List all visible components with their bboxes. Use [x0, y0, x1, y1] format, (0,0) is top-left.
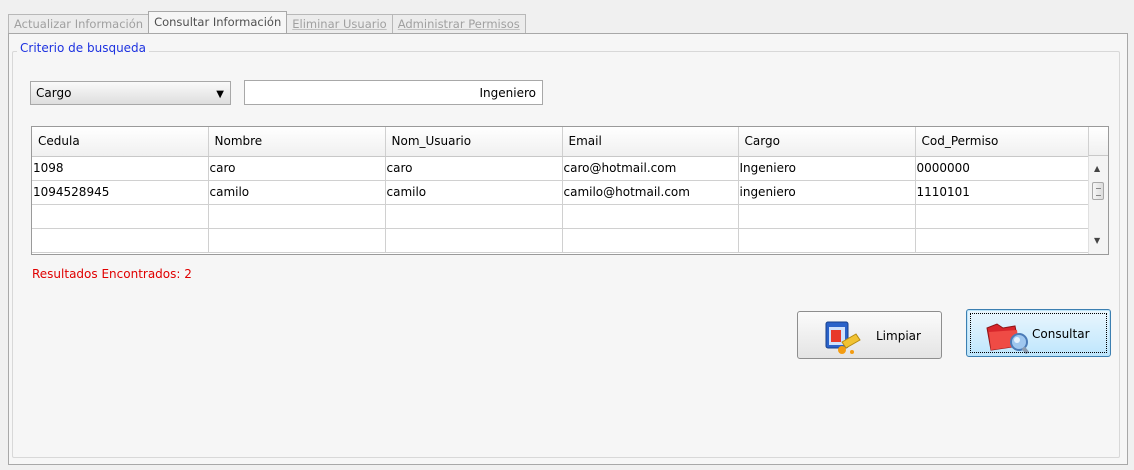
table-cell[interactable] [562, 228, 739, 253]
consultar-button[interactable]: Consultar [966, 309, 1111, 357]
table-cell[interactable] [385, 228, 563, 253]
table-row[interactable]: 1094528945 camilo camilo camilo@hotmail.… [32, 180, 1090, 205]
grid-vertical-scrollbar[interactable]: ▲ ▼ [1088, 156, 1108, 254]
scroll-down-arrow-icon[interactable]: ▼ [1094, 236, 1100, 245]
table-row[interactable] [32, 204, 1090, 229]
limpiar-button[interactable]: Limpiar [797, 311, 942, 359]
folder-search-icon [986, 323, 1029, 354]
search-value-input[interactable]: Ingeniero [244, 80, 543, 105]
table-cell[interactable]: 1110101 [915, 180, 1090, 205]
table-cell[interactable] [915, 228, 1090, 253]
table-cell[interactable]: ingeniero [738, 180, 916, 205]
combobox-value: Cargo [36, 86, 72, 100]
consultar-button-label: Consultar [1032, 327, 1090, 341]
table-cell[interactable]: caro [208, 156, 386, 181]
table-row[interactable]: 1098 caro caro caro@hotmail.com Ingenier… [32, 156, 1090, 181]
table-cell[interactable] [32, 204, 209, 229]
results-table: Cedula Nombre Nom_Usuario Email Cargo Co… [32, 127, 1090, 253]
table-cell[interactable]: Ingeniero [738, 156, 916, 181]
results-count-label: Resultados Encontrados: 2 [32, 267, 192, 281]
table-cell[interactable]: caro [385, 156, 563, 181]
table-cell[interactable]: camilo@hotmail.com [562, 180, 739, 205]
table-cell[interactable]: camilo [208, 180, 386, 205]
table-cell[interactable]: camilo [385, 180, 563, 205]
table-cell[interactable] [562, 204, 739, 229]
tab-administrar-permisos[interactable]: Administrar Permisos [391, 14, 526, 33]
table-cell[interactable] [208, 204, 386, 229]
groupbox-legend: Criterio de busqueda [17, 41, 150, 55]
table-cell[interactable] [385, 204, 563, 229]
tab-strip: Actualizar Información Consultar Informa… [8, 11, 526, 33]
column-header-cod-permiso[interactable]: Cod_Permiso [915, 127, 1090, 157]
table-cell[interactable] [208, 228, 386, 253]
table-header-row: Cedula Nombre Nom_Usuario Email Cargo Co… [32, 127, 1090, 157]
tab-eliminar-usuario[interactable]: Eliminar Usuario [286, 14, 393, 33]
grid-header-corner [1088, 127, 1108, 156]
limpiar-button-label: Limpiar [876, 329, 921, 343]
table-cell[interactable] [915, 204, 1090, 229]
tab-actualizar-informacion[interactable]: Actualizar Información [8, 14, 150, 33]
table-cell[interactable]: caro@hotmail.com [562, 156, 739, 181]
table-cell[interactable]: 0000000 [915, 156, 1090, 181]
criteria-combobox[interactable]: Cargo ▼ [30, 81, 231, 105]
column-header-nom-usuario[interactable]: Nom_Usuario [385, 127, 563, 157]
results-grid[interactable]: Cedula Nombre Nom_Usuario Email Cargo Co… [31, 126, 1109, 255]
table-cell[interactable] [32, 228, 209, 253]
column-header-cedula[interactable]: Cedula [32, 127, 209, 157]
table-cell[interactable]: 1098 [32, 156, 209, 181]
chevron-down-icon: ▼ [216, 89, 224, 100]
column-header-nombre[interactable]: Nombre [208, 127, 386, 157]
scrollbar-thumb[interactable] [1092, 182, 1104, 200]
column-header-email[interactable]: Email [562, 127, 739, 157]
table-cell[interactable] [738, 204, 916, 229]
tab-consultar-informacion[interactable]: Consultar Información [148, 11, 288, 33]
scroll-up-arrow-icon[interactable]: ▲ [1094, 164, 1100, 173]
table-cell[interactable]: 1094528945 [32, 180, 209, 205]
table-row[interactable] [32, 228, 1090, 253]
column-header-cargo[interactable]: Cargo [738, 127, 916, 157]
eraser-window-icon [825, 321, 861, 354]
table-cell[interactable] [738, 228, 916, 253]
